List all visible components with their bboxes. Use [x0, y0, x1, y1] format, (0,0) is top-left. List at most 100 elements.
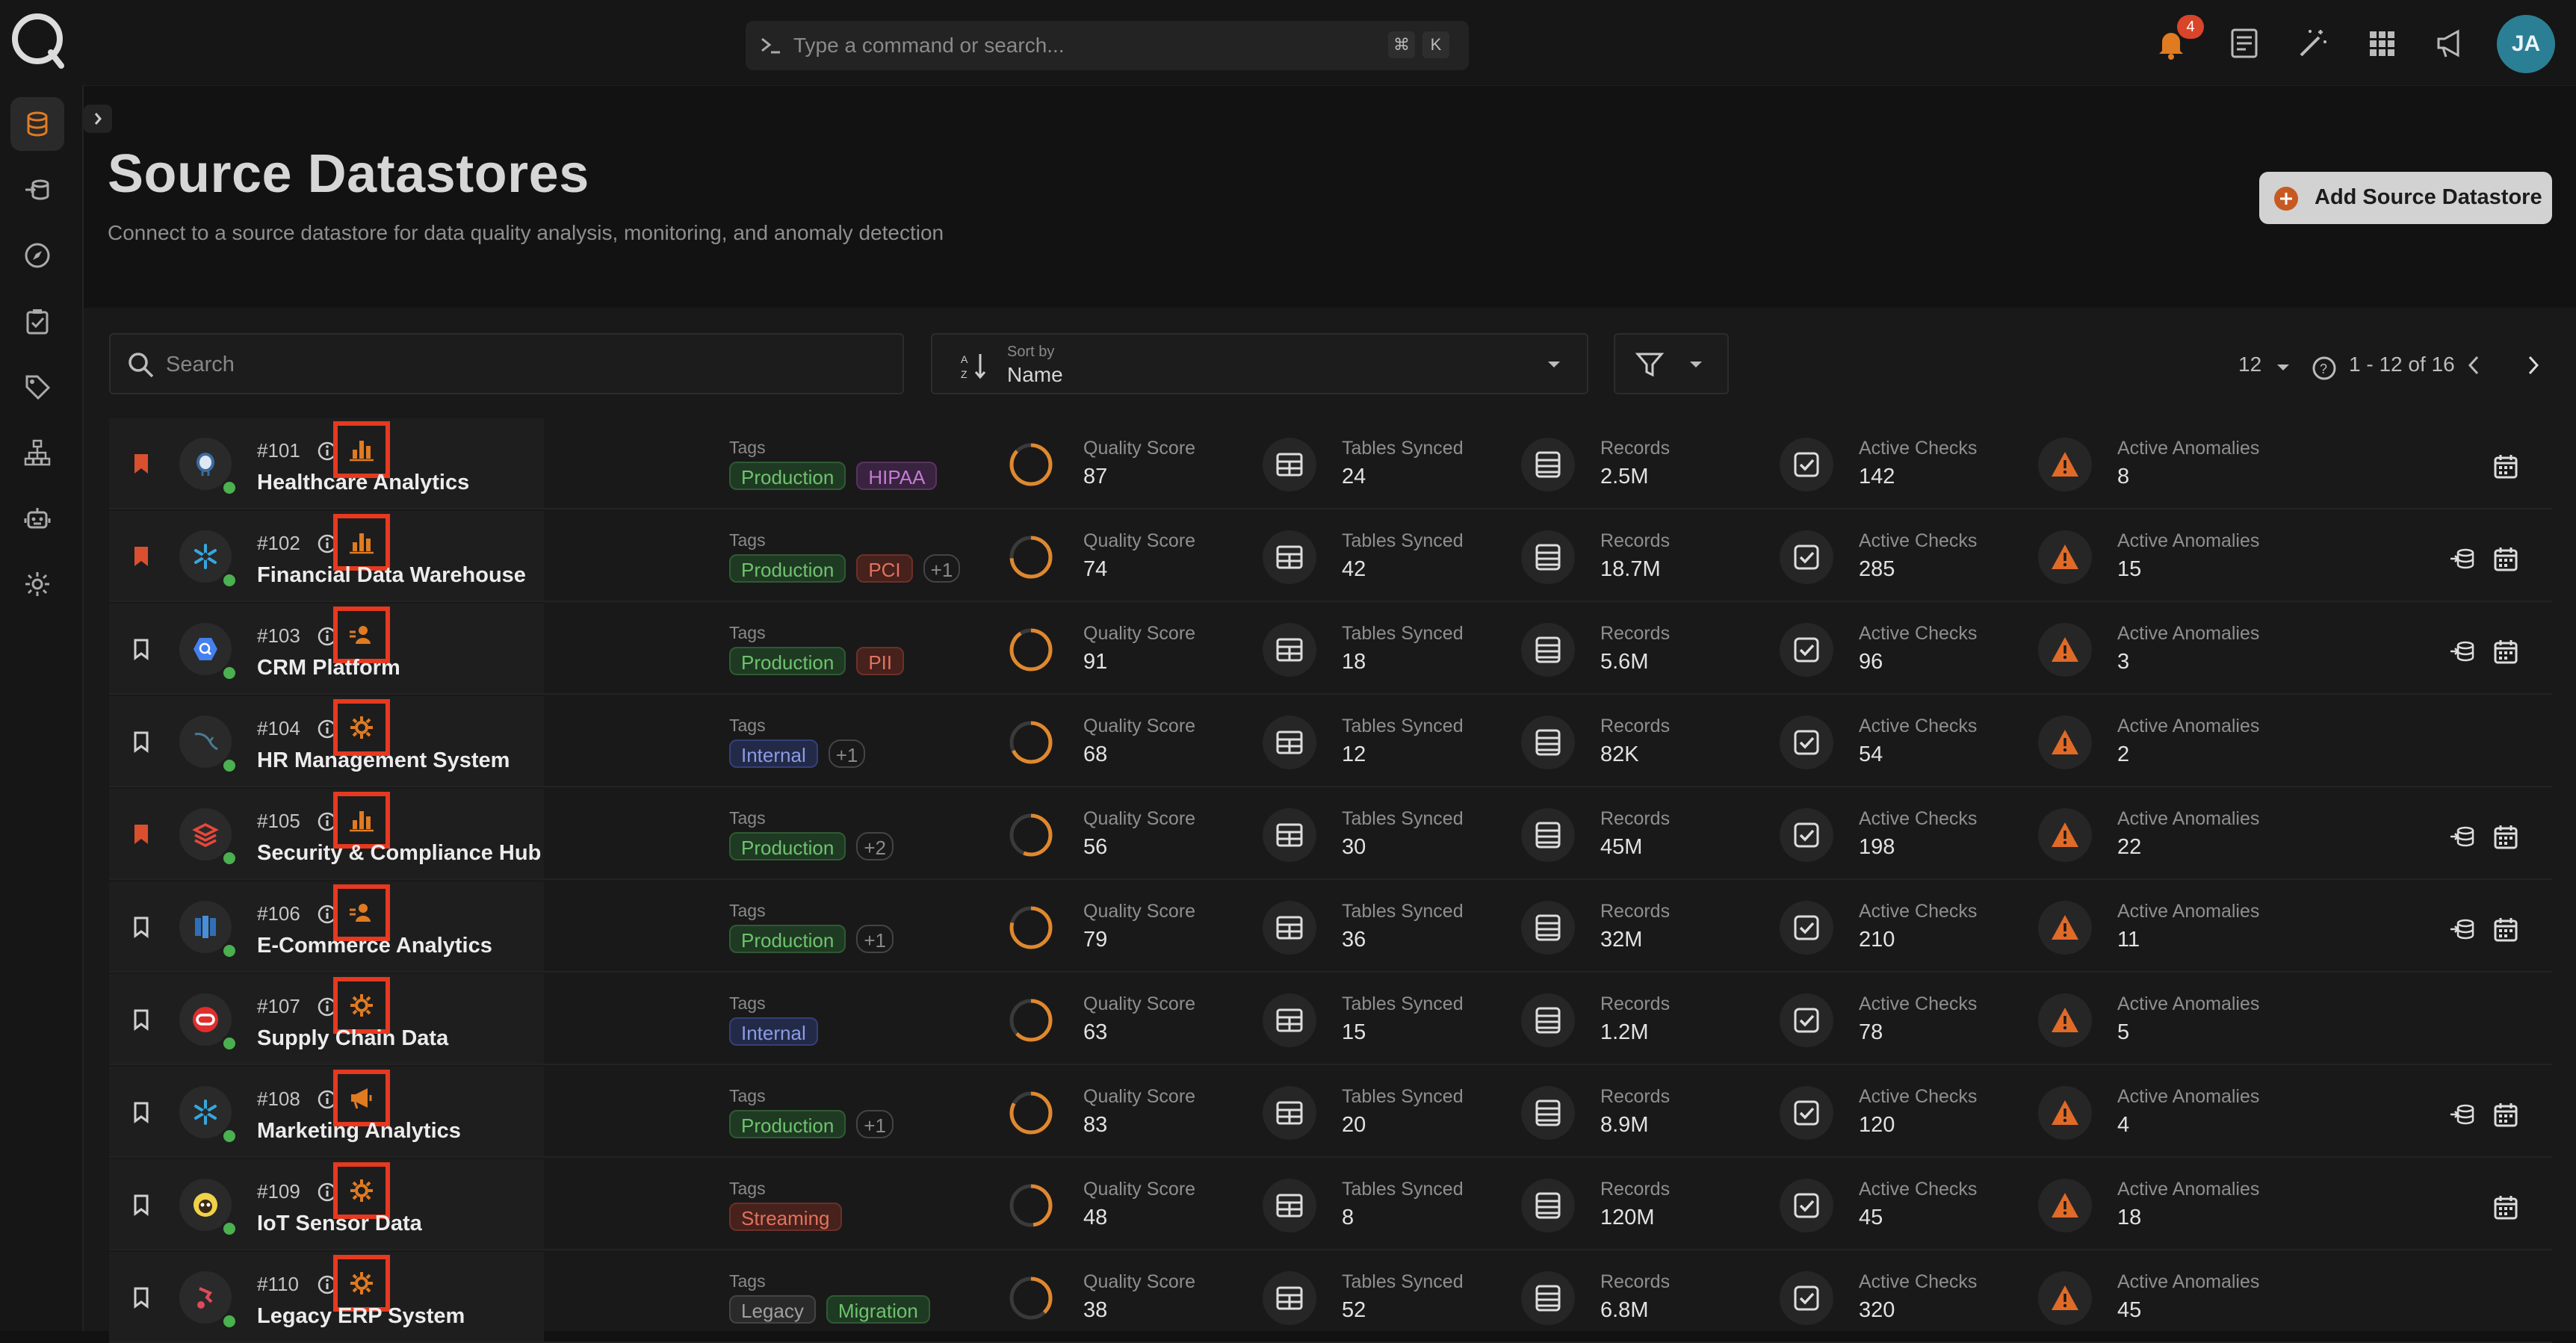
bookmark-outline-icon[interactable]	[131, 1194, 151, 1216]
more-tags-chip[interactable]: +1	[856, 1110, 894, 1138]
per-page-chevron-icon[interactable]	[2274, 360, 2292, 375]
records-value: 6.8M	[1600, 1298, 1649, 1322]
sidebar-item-tags[interactable]	[10, 360, 64, 414]
apps-grid-icon[interactable]	[2364, 25, 2400, 61]
sync-icon[interactable]	[2449, 916, 2476, 943]
sidebar-item-explore[interactable]	[10, 229, 64, 282]
bookmark-outline-icon[interactable]	[131, 638, 151, 660]
tag-chip: PCI	[856, 554, 913, 583]
datastore-name[interactable]: Supply Chain Data	[257, 1026, 448, 1051]
bookmark-filled-icon[interactable]	[131, 453, 151, 475]
table-row[interactable]: #104 HR Management System Tags Internal +1 Qu…	[109, 696, 2552, 787]
datastore-name[interactable]: HR Management System	[257, 748, 510, 773]
table-grid-icon	[1263, 1179, 1316, 1232]
active-checks-value: 320	[1859, 1298, 1895, 1322]
datastore-name[interactable]: Security & Compliance Hub	[257, 841, 541, 866]
more-tags-chip[interactable]: +1	[856, 925, 894, 953]
sync-icon[interactable]	[2449, 638, 2476, 665]
table-row[interactable]: #102 Financial Data Warehouse Tags Producti…	[109, 511, 2552, 602]
command-search[interactable]: Type a command or search... ⌘ K	[746, 21, 1469, 70]
app-logo[interactable]	[7, 9, 70, 72]
datastore-name[interactable]: CRM Platform	[257, 656, 400, 680]
tag-chip: Production	[729, 462, 846, 490]
table-row[interactable]: #106 E-Commerce Analytics Tags Production +1…	[109, 881, 2552, 973]
datastore-id: #108	[257, 1088, 300, 1110]
table-row[interactable]: #105 Security & Compliance Hub Tags Product…	[109, 789, 2552, 880]
calendar-icon[interactable]	[2492, 916, 2519, 943]
tables-synced-value: 8	[1342, 1206, 1354, 1229]
quality-score-value: 63	[1083, 1020, 1108, 1044]
table-row[interactable]: #108 Marketing Analytics Tags Production +1 Q…	[109, 1067, 2552, 1158]
bookmark-outline-icon[interactable]	[131, 916, 151, 938]
calendar-icon[interactable]	[2492, 545, 2519, 572]
datastore-name[interactable]: Healthcare Analytics	[257, 471, 469, 495]
more-tags-chip[interactable]: +1	[923, 554, 961, 583]
sidebar-item-settings[interactable]	[10, 557, 64, 611]
records-value: 120M	[1600, 1206, 1655, 1229]
active-anomalies-value: 2	[2117, 742, 2130, 766]
sidebar-item-checks[interactable]	[10, 294, 64, 348]
search-input[interactable]: Search	[109, 333, 904, 394]
datastore-name[interactable]: Financial Data Warehouse	[257, 563, 526, 588]
quality-score-value: 74	[1083, 557, 1108, 581]
active-checks-label: Active Checks	[1859, 1086, 1978, 1107]
tag-list: Internal	[729, 1017, 818, 1046]
records-icon	[1521, 1271, 1575, 1325]
calendar-icon[interactable]	[2492, 638, 2519, 665]
bookmark-outline-icon[interactable]	[131, 731, 151, 753]
add-source-datastore-button[interactable]: Add Source Datastore	[2259, 172, 2552, 224]
table-row[interactable]: #101 Healthcare Analytics Tags Production HI…	[109, 418, 2552, 509]
per-page-value[interactable]: 12	[2238, 353, 2261, 376]
bookmark-outline-icon[interactable]	[131, 1286, 151, 1309]
connection-status-dot	[221, 572, 238, 589]
magic-wand-icon[interactable]	[2295, 25, 2331, 61]
datastore-name[interactable]: Legacy ERP System	[257, 1304, 465, 1329]
calendar-icon[interactable]	[2492, 1101, 2519, 1128]
sync-icon[interactable]	[2449, 823, 2476, 850]
bookmark-outline-icon[interactable]	[131, 1101, 151, 1123]
active-checks-label: Active Checks	[1859, 1271, 1978, 1292]
sync-icon[interactable]	[2449, 545, 2476, 572]
quality-score-ring	[1004, 716, 1058, 769]
more-tags-chip[interactable]: +2	[856, 832, 894, 860]
records-value: 1.2M	[1600, 1020, 1649, 1044]
warning-icon	[2038, 901, 2092, 955]
document-icon[interactable]	[2226, 25, 2262, 61]
sidebar-item-flows[interactable]	[10, 163, 64, 217]
datastore-type-badge	[333, 977, 390, 1034]
sidebar-item-agents[interactable]	[10, 491, 64, 545]
prev-page-icon[interactable]	[2462, 353, 2485, 378]
records-label: Records	[1600, 901, 1671, 922]
datastore-name[interactable]: Marketing Analytics	[257, 1119, 461, 1144]
svg-text:Z: Z	[961, 368, 967, 380]
bookmark-filled-icon[interactable]	[131, 823, 151, 846]
more-tags-chip[interactable]: +1	[828, 739, 866, 768]
table-row[interactable]: #103 CRM Platform Tags Production PII Quality…	[109, 604, 2552, 695]
calendar-icon[interactable]	[2492, 823, 2519, 850]
sidebar-expand-button[interactable]	[84, 105, 112, 133]
filter-button[interactable]	[1614, 333, 1729, 394]
next-page-icon[interactable]	[2522, 353, 2545, 378]
sync-icon[interactable]	[2449, 1101, 2476, 1128]
bookmark-outline-icon[interactable]	[131, 1008, 151, 1031]
records-label: Records	[1600, 438, 1671, 459]
datastore-name[interactable]: IoT Sensor Data	[257, 1212, 422, 1236]
calendar-icon[interactable]	[2492, 1194, 2519, 1221]
active-checks-value: 120	[1859, 1113, 1895, 1137]
sidebar-item-datastores[interactable]	[10, 97, 64, 151]
table-row[interactable]: #109 IoT Sensor Data Tags Streaming Quality …	[109, 1159, 2552, 1250]
bookmark-filled-icon[interactable]	[131, 545, 151, 568]
user-avatar[interactable]: JA	[2497, 15, 2555, 73]
megaphone-icon[interactable]	[2433, 25, 2468, 61]
table-row[interactable]: #107 Supply Chain Data Tags Internal Quality…	[109, 974, 2552, 1065]
sort-select[interactable]: AZ Sort by Name	[931, 333, 1588, 394]
table-row[interactable]: #110 Legacy ERP System Tags Legacy Migration…	[109, 1252, 2552, 1343]
calendar-icon[interactable]	[2492, 453, 2519, 480]
chevron-down-icon	[1545, 357, 1563, 372]
sidebar-item-hierarchy[interactable]	[10, 426, 64, 480]
help-circle-icon[interactable]: ?	[2312, 356, 2337, 381]
tables-synced-value: 30	[1342, 835, 1366, 859]
tags-label: Tags	[729, 1271, 766, 1291]
records-icon	[1521, 623, 1575, 677]
datastore-name[interactable]: E-Commerce Analytics	[257, 934, 492, 958]
